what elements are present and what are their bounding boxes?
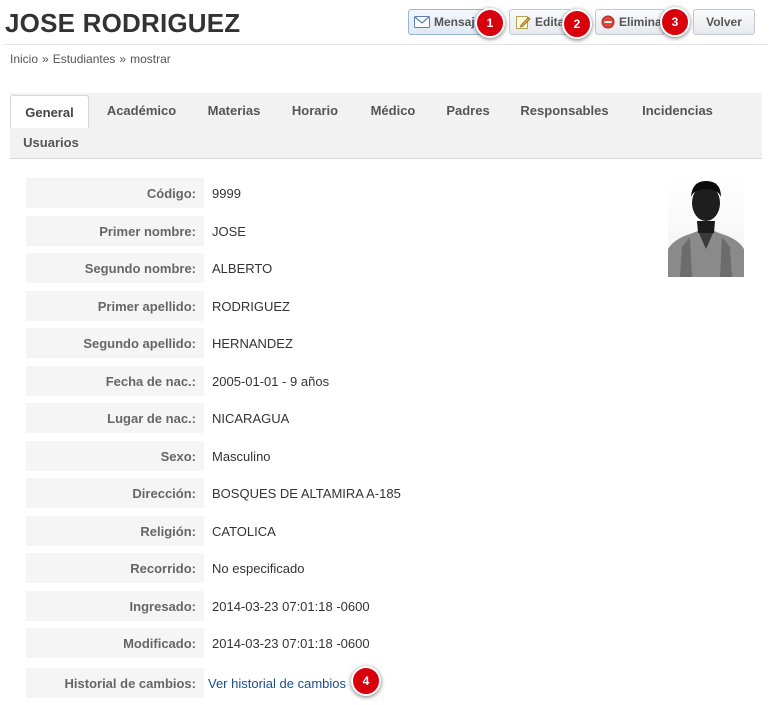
- tab-medico[interactable]: Médico: [356, 95, 430, 126]
- back-button-label: Volver: [706, 15, 742, 29]
- field-label-religion: Religión:: [26, 516, 204, 546]
- field-label-codigo: Código:: [26, 178, 204, 208]
- annotation-marker-4: 4: [351, 666, 381, 696]
- annotation-marker-3: 3: [660, 7, 690, 37]
- field-label-lugar-nac: Lugar de nac.:: [26, 403, 204, 433]
- field-value-religion: CATOLICA: [212, 523, 276, 539]
- field-value-direccion: BOSQUES DE ALTAMIRA A-185: [212, 485, 401, 501]
- field-value-primer-apellido: RODRIGUEZ: [212, 298, 290, 314]
- field-value-segundo-apellido: HERNANDEZ: [212, 335, 293, 351]
- field-value-fecha-nac: 2005-01-01 - 9 años: [212, 373, 330, 389]
- tab-materias[interactable]: Materias: [194, 95, 274, 126]
- field-label-direccion: Dirección:: [26, 478, 204, 508]
- pencil-icon: [515, 14, 531, 30]
- field-value-modificado: 2014-03-23 07:01:18 -0600: [212, 635, 370, 651]
- breadcrumb-separator: »: [42, 52, 49, 66]
- annotation-marker-1: 1: [475, 8, 505, 38]
- field-label-fecha-nac: Fecha de nac.:: [26, 366, 204, 396]
- field-label-recorrido: Recorrido:: [26, 553, 204, 583]
- field-value-recorrido: No especificado: [212, 560, 305, 576]
- field-value-primer-nombre: JOSE: [212, 223, 246, 239]
- tab-bar: General Académico Materias Horario Médic…: [10, 93, 762, 159]
- history-link[interactable]: Ver historial de cambios: [208, 668, 346, 698]
- page-title: JOSE RODRIGUEZ: [5, 8, 241, 38]
- field-label-sexo: Sexo:: [26, 441, 204, 471]
- delete-button-label: Eliminar: [619, 15, 665, 29]
- breadcrumb-current: mostrar: [130, 52, 171, 66]
- annotation-marker-2: 2: [562, 9, 592, 39]
- field-label-primer-nombre: Primer nombre:: [26, 216, 204, 246]
- field-label-modificado: Modificado:: [26, 628, 204, 658]
- field-value-codigo: 9999: [212, 185, 241, 201]
- delete-button[interactable]: Eliminar: [595, 9, 665, 35]
- tab-general[interactable]: General: [10, 95, 89, 128]
- field-label-segundo-apellido: Segundo apellido:: [26, 328, 204, 358]
- field-value-ingresado: 2014-03-23 07:01:18 -0600: [212, 598, 370, 614]
- field-value-lugar-nac: NICARAGUA: [212, 410, 290, 426]
- student-photo: [668, 179, 744, 277]
- title-divider: [5, 44, 768, 45]
- tab-horario[interactable]: Horario: [276, 95, 354, 126]
- field-label-ingresado: Ingresado:: [26, 591, 204, 621]
- tab-padres[interactable]: Padres: [432, 95, 504, 126]
- field-label-primer-apellido: Primer apellido:: [26, 291, 204, 321]
- breadcrumb: Inicio» Estudiantes» mostrar: [10, 52, 171, 66]
- field-value-segundo-nombre: ALBERTO: [212, 260, 273, 276]
- back-button[interactable]: Volver: [693, 9, 755, 35]
- tab-usuarios[interactable]: Usuarios: [10, 127, 92, 158]
- breadcrumb-home[interactable]: Inicio: [10, 52, 38, 66]
- field-label-segundo-nombre: Segundo nombre:: [26, 253, 204, 283]
- tab-academico[interactable]: Académico: [92, 95, 191, 126]
- delete-circle-icon: [601, 14, 615, 30]
- tab-responsables[interactable]: Responsables: [506, 95, 623, 126]
- breadcrumb-separator: »: [119, 52, 127, 66]
- breadcrumb-students[interactable]: Estudiantes: [53, 52, 116, 66]
- field-label-historial: Historial de cambios:: [26, 668, 204, 698]
- field-value-sexo: Masculino: [212, 448, 271, 464]
- envelope-icon: [414, 14, 430, 30]
- tab-incidencias[interactable]: Incidencias: [625, 95, 730, 126]
